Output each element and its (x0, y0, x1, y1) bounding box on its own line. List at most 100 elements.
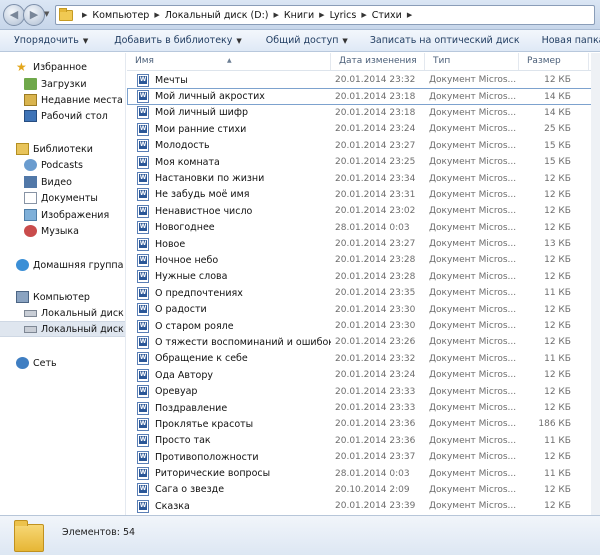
file-row[interactable]: Нужные слова 20.01.2014 23:28 Документ Mic… (127, 269, 600, 285)
column-header-date[interactable]: Дата изменения (331, 53, 425, 70)
chevron-right-icon[interactable]: ▶ (319, 11, 324, 19)
file-row[interactable]: Мечты 20.01.2014 23:32 Документ Micros... 1… (127, 72, 600, 88)
file-name-cell[interactable]: О старом рояле (127, 319, 331, 333)
file-row[interactable]: Сказка 20.01.2014 23:39 Документ Micros...… (127, 498, 600, 514)
nav-images[interactable]: Изображения (0, 207, 125, 223)
file-row[interactable]: Новое 20.01.2014 23:27 Документ Micros... 1… (127, 236, 600, 252)
file-row[interactable]: Мой личный акростих 20.01.2014 23:18 Докум… (127, 88, 600, 105)
file-name-cell[interactable]: Ненавистное число (127, 204, 331, 218)
nav-disk-c[interactable]: Локальный диск (C (0, 305, 125, 321)
nav-documents[interactable]: Документы (0, 190, 125, 206)
nav-libraries[interactable]: Библиотеки (0, 141, 125, 157)
file-row[interactable]: О старом рояле 20.01.2014 23:30 Документ M… (127, 318, 600, 334)
file-row[interactable]: О радости 20.01.2014 23:30 Документ Micros… (127, 301, 600, 317)
file-row[interactable]: Ненавистное число 20.01.2014 23:02 Докумен… (127, 203, 600, 219)
file-name-cell[interactable]: Мой личный шифр (127, 106, 331, 120)
nav-computer[interactable]: Компьютер (0, 289, 125, 305)
breadcrumb-computer[interactable]: Компьютер (92, 10, 149, 21)
nav-music[interactable]: Музыка (0, 223, 125, 239)
file-row[interactable]: Новогоднее 28.01.2014 0:03 Документ Micros… (127, 220, 600, 236)
file-row[interactable]: Обращение к себе 20.01.2014 23:32 Документ… (127, 351, 600, 367)
file-name-cell[interactable]: Ода Автору (127, 368, 331, 382)
vertical-scrollbar[interactable] (591, 53, 600, 515)
breadcrumb-lyrics[interactable]: Lyrics (330, 10, 357, 21)
file-row[interactable]: О предпочтениях 20.01.2014 23:35 Документ … (127, 285, 600, 301)
column-headers: ▲ Имя Дата изменения Тип Размер (127, 53, 600, 71)
nav-recent-places[interactable]: Недавние места (0, 92, 125, 108)
breadcrumb-disk-d[interactable]: Локальный диск (D:) (165, 10, 269, 21)
file-name-cell[interactable]: О радости (127, 303, 331, 317)
file-name-cell[interactable]: Не забудь моё имя (127, 188, 331, 202)
file-row[interactable]: Молодость 20.01.2014 23:27 Документ Micros… (127, 138, 600, 154)
file-name-cell[interactable]: Просто так (127, 434, 331, 448)
chevron-down-icon: ▼ (236, 37, 242, 45)
nav-favorites[interactable]: ★ Избранное (0, 59, 125, 75)
file-row[interactable]: Ночное небо 20.01.2014 23:28 Документ Micr… (127, 252, 600, 268)
file-row[interactable]: Сага о звезде 20.10.2014 2:09 Документ Mic… (127, 482, 600, 498)
file-row[interactable]: Мой личный шифр 20.01.2014 23:18 Документ … (127, 105, 600, 121)
column-header-type[interactable]: Тип (425, 53, 519, 70)
file-name-cell[interactable]: Мои ранние стихи (127, 122, 331, 136)
file-name-cell[interactable]: Настановки по жизни (127, 172, 331, 186)
file-row[interactable]: Поздравление 20.01.2014 23:33 Документ Mic… (127, 400, 600, 416)
file-row[interactable]: Настановки по жизни 20.01.2014 23:34 Докум… (127, 170, 600, 186)
file-row[interactable]: Ода Автору 20.01.2014 23:24 Документ Micro… (127, 367, 600, 383)
file-name-cell[interactable]: Противоположности (127, 450, 331, 464)
file-row[interactable]: Просто так 20.01.2014 23:36 Документ Micro… (127, 433, 600, 449)
file-name-cell[interactable]: Молодость (127, 139, 331, 153)
file-row[interactable]: О тяжести воспоминаний и ошибок 20.01.201… (127, 334, 600, 350)
file-row[interactable]: Оревуар 20.01.2014 23:33 Документ Micros..… (127, 383, 600, 399)
file-name-cell[interactable]: Поздравление (127, 401, 331, 415)
file-name-cell[interactable]: Ночное небо (127, 253, 331, 267)
file-name-cell[interactable]: Проклятье красоты (127, 417, 331, 431)
nav-podcasts[interactable]: Podcasts (0, 157, 125, 173)
word-document-icon (137, 253, 149, 267)
file-name-cell[interactable]: Риторические вопросы (127, 467, 331, 481)
file-name-cell[interactable]: Сказка (127, 499, 331, 513)
chevron-right-icon[interactable]: ▶ (361, 11, 366, 19)
file-name-cell[interactable]: Оревуар (127, 385, 331, 399)
file-name-cell[interactable]: Новогоднее (127, 221, 331, 235)
back-button[interactable]: ◀ (3, 4, 25, 26)
breadcrumb-books[interactable]: Книги (284, 10, 314, 21)
file-name-cell[interactable]: О тяжести воспоминаний и ошибок (127, 335, 331, 349)
breadcrumb-poems[interactable]: Стихи (372, 10, 402, 21)
column-header-size[interactable]: Размер (519, 53, 589, 70)
column-header-name[interactable]: ▲ Имя (127, 53, 331, 70)
nav-downloads[interactable]: Загрузки (0, 76, 125, 92)
chevron-right-icon[interactable]: ▶ (407, 11, 412, 19)
nav-desktop[interactable]: Рабочий стол (0, 108, 125, 124)
file-name-cell[interactable]: Новое (127, 237, 331, 251)
address-bar[interactable]: ▶ Компьютер ▶ Локальный диск (D:) ▶ Книг… (55, 5, 595, 25)
chevron-right-icon[interactable]: ▶ (273, 11, 278, 19)
file-row[interactable]: Проклятье красоты 20.01.2014 23:36 Докумен… (127, 416, 600, 432)
file-row[interactable]: Не забудь моё имя 20.01.2014 23:31 Докумен… (127, 187, 600, 203)
file-row[interactable]: Противоположности 20.01.2014 23:37 Докумен… (127, 449, 600, 465)
forward-button[interactable]: ▶ (23, 4, 45, 26)
nav-video[interactable]: Видео (0, 174, 125, 190)
file-name: Нужные слова (155, 271, 228, 283)
file-name-cell[interactable]: Моя комната (127, 155, 331, 169)
new-folder-button[interactable]: Новая папка (534, 35, 600, 46)
nav-homegroup[interactable]: Домашняя группа (0, 257, 125, 273)
recent-pages-dropdown[interactable]: ▼ (44, 10, 49, 18)
file-name-cell[interactable]: Мечты (127, 73, 331, 87)
burn-button[interactable]: Записать на оптический диск (362, 35, 528, 46)
file-row[interactable]: Мои ранние стихи 20.01.2014 23:24 Документ… (127, 121, 600, 137)
chevron-right-icon[interactable]: ▶ (154, 11, 159, 19)
file-name: Поздравление (155, 402, 228, 414)
file-row[interactable]: Риторические вопросы 28.01.2014 0:03 Докум… (127, 465, 600, 481)
organize-menu[interactable]: Упорядочить ▼ (6, 35, 96, 46)
file-name-cell[interactable]: Нужные слова (127, 270, 331, 284)
add-to-library-menu[interactable]: Добавить в библиотеку ▼ (106, 35, 250, 46)
chevron-right-icon[interactable]: ▶ (82, 11, 87, 19)
share-menu[interactable]: Общий доступ ▼ (258, 35, 356, 46)
file-name-cell[interactable]: Обращение к себе (127, 352, 331, 366)
nav-network[interactable]: Сеть (0, 355, 125, 371)
file-name-cell[interactable]: О предпочтениях (127, 286, 331, 300)
nav-disk-d[interactable]: Локальный диск (D (0, 321, 125, 337)
file-row[interactable]: Моя комната 20.01.2014 23:25 Документ Micr… (127, 154, 600, 170)
file-name-cell[interactable]: Мой личный акростих (127, 90, 331, 104)
file-name-cell[interactable]: Сага о звезде (127, 483, 331, 497)
file-type: Документ Micros... (429, 386, 517, 397)
